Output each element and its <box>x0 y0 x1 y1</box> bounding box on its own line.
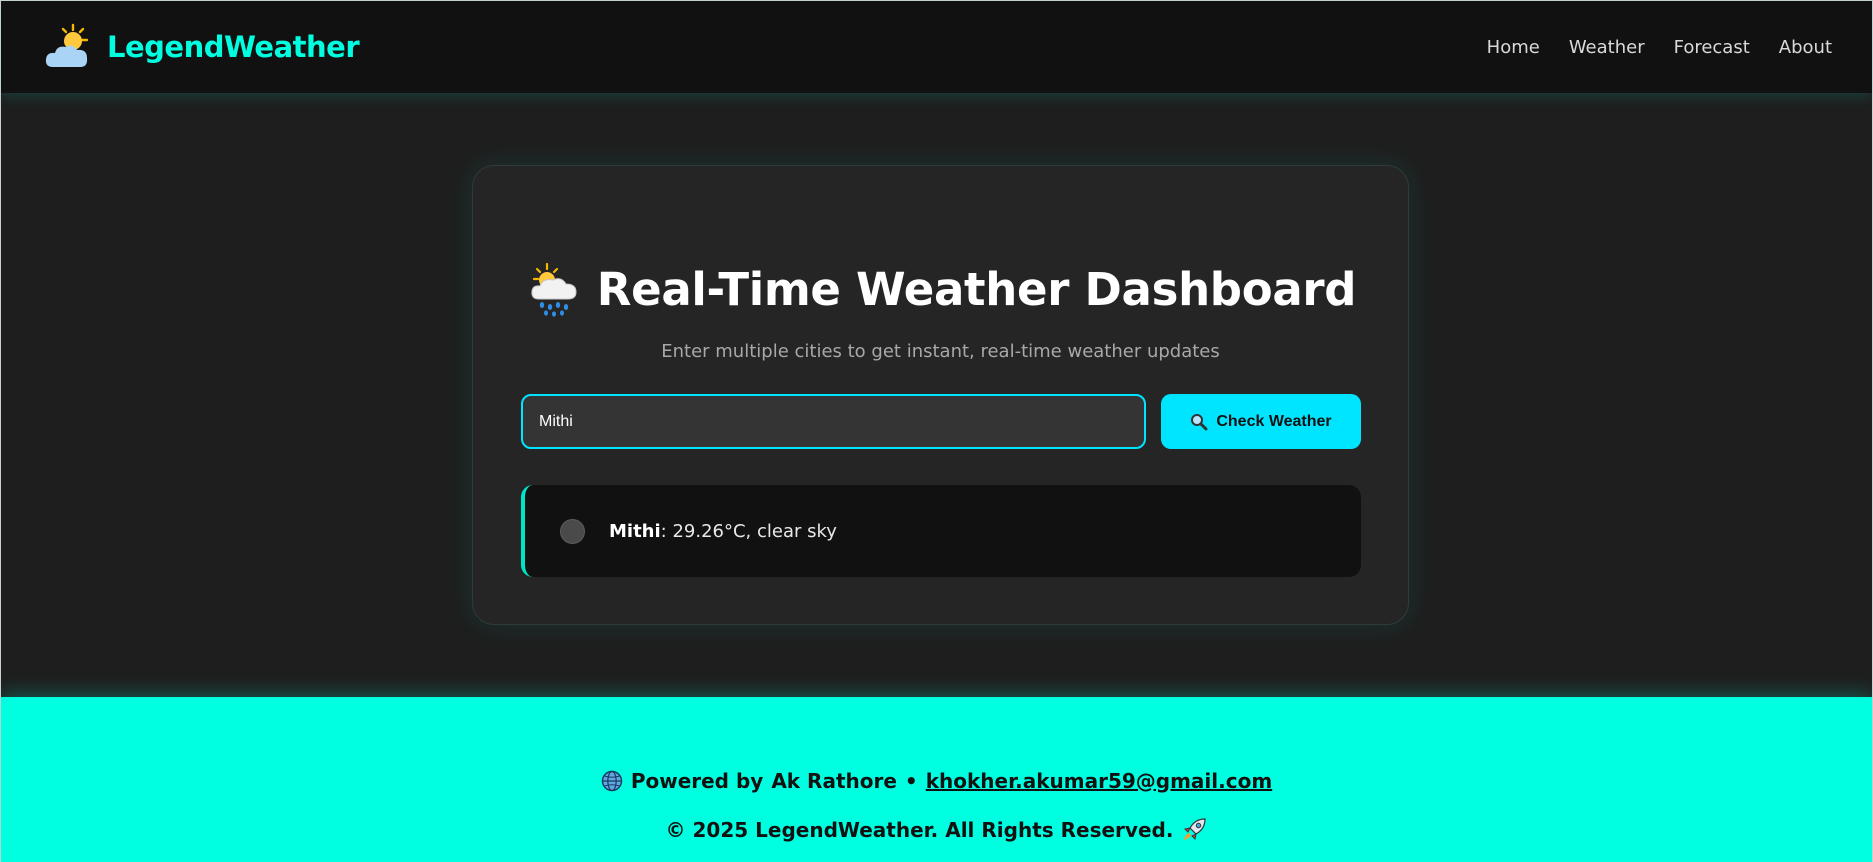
weather-result-text: Mithi: 29.26°C, clear sky <box>609 521 837 542</box>
result-city-name: Mithi <box>609 520 661 542</box>
check-weather-button[interactable]: Check Weather <box>1161 394 1361 449</box>
footer-credits: Powered by Ak Rathore • khokher.akumar59… <box>1 769 1872 793</box>
cloud-with-sun-and-rain-icon <box>531 262 577 317</box>
author-email-link[interactable]: khokher.akumar59@gmail.com <box>926 769 1272 793</box>
gray-circle-icon <box>560 518 585 544</box>
title-row: Real-Time Weather Dashboard <box>473 261 1408 317</box>
nav-menu: Home Weather Forecast About <box>1487 37 1832 58</box>
result-details: : 29.26°C, clear sky <box>660 520 837 542</box>
brand-logo[interactable]: LegendWeather <box>43 23 360 71</box>
city-search-input[interactable] <box>521 394 1146 449</box>
nav-link-weather[interactable]: Weather <box>1569 37 1645 58</box>
author-name: Ak Rathore <box>771 769 897 793</box>
nav-link-forecast[interactable]: Forecast <box>1674 37 1750 58</box>
page-subtitle: Enter multiple cities to get instant, re… <box>661 341 1220 362</box>
brand-name: LegendWeather <box>107 30 360 64</box>
globe-icon <box>601 770 623 792</box>
weather-result-item: Mithi: 29.26°C, clear sky <box>521 485 1361 577</box>
copyright-text: © 2025 LegendWeather. All Rights Reserve… <box>665 818 1174 842</box>
nav-link-home[interactable]: Home <box>1487 37 1540 58</box>
weather-card: Real-Time Weather Dashboard Enter multip… <box>472 165 1409 625</box>
navbar: LegendWeather Home Weather Forecast Abou… <box>1 1 1872 93</box>
powered-by-text: Powered by <box>630 769 764 793</box>
footer-separator: • <box>904 769 918 793</box>
nav-link-about[interactable]: About <box>1779 37 1832 58</box>
page-title: Real-Time Weather Dashboard <box>596 262 1357 316</box>
rocket-icon <box>1184 818 1207 841</box>
magnifying-glass-icon <box>1191 413 1208 430</box>
check-weather-label: Check Weather <box>1216 412 1332 430</box>
footer-copyright: © 2025 LegendWeather. All Rights Reserve… <box>1 817 1872 843</box>
footer: Powered by Ak Rathore • khokher.akumar59… <box>1 697 1872 862</box>
sun-behind-cloud-icon <box>45 23 89 67</box>
